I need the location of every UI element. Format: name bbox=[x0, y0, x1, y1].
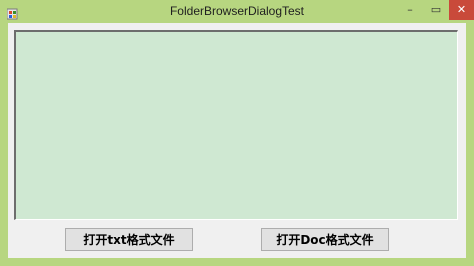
maximize-button[interactable]: ▭ bbox=[423, 0, 449, 20]
content-textbox[interactable] bbox=[14, 30, 458, 220]
title-bar[interactable]: FolderBrowserDialogTest – ▭ ✕ bbox=[0, 0, 474, 23]
close-button[interactable]: ✕ bbox=[449, 0, 474, 20]
open-txt-button[interactable]: 打开txt格式文件 bbox=[65, 228, 193, 251]
app-window: FolderBrowserDialogTest – ▭ ✕ 打开txt格式文件 … bbox=[0, 0, 474, 266]
client-area: 打开txt格式文件 打开Doc格式文件 bbox=[8, 23, 466, 258]
minimize-button[interactable]: – bbox=[397, 0, 423, 20]
open-doc-button[interactable]: 打开Doc格式文件 bbox=[261, 228, 389, 251]
